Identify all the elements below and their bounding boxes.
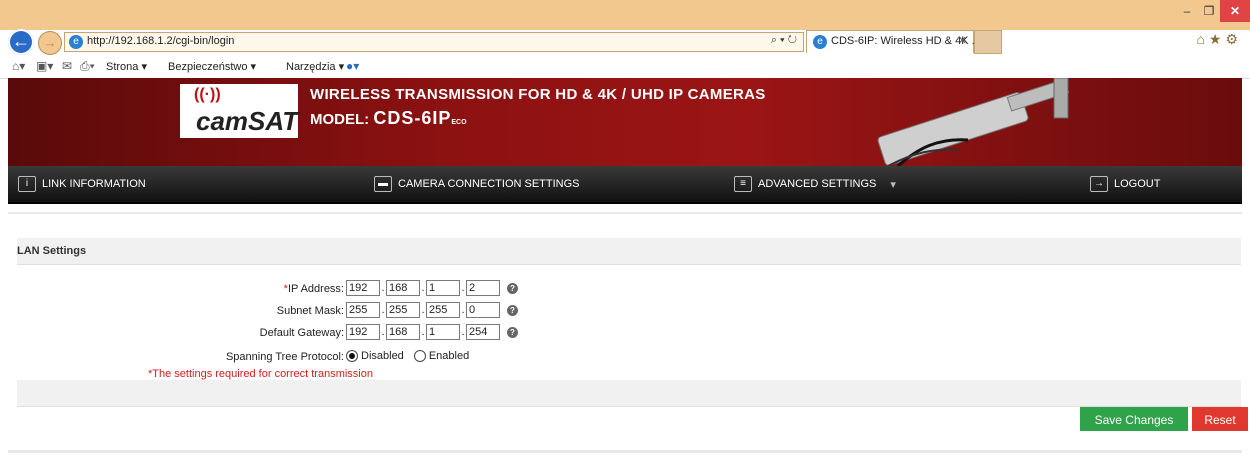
nav-logout[interactable]: → LOGOUT <box>1090 176 1160 192</box>
gateway-label: Default Gateway: <box>259 327 344 339</box>
model-suffix: ECO <box>451 119 467 126</box>
mail-icon[interactable]: ✉ <box>62 59 72 73</box>
nav-advanced-settings[interactable]: ≡ ADVANCED SETTINGS ▾ <box>734 176 896 192</box>
feeds-icon[interactable]: ▣▾ <box>36 59 53 73</box>
mask-octet-3[interactable]: 255 <box>426 302 460 318</box>
address-bar[interactable]: e http://192.168.1.2/cgi-bin/login ⌕ ▾ ↻ <box>64 32 804 52</box>
model-name: CDS-6IP <box>373 108 452 128</box>
subnet-mask-row: Subnet Mask: 255. 255. 255. 0 ? <box>0 302 1250 322</box>
stp-radio-group: Disabled Enabled <box>346 350 469 362</box>
bottom-divider <box>8 450 1242 453</box>
stp-disabled-label[interactable]: Disabled <box>361 350 404 362</box>
nav-link-information[interactable]: i LINK INFORMATION <box>18 176 146 192</box>
browser-tab[interactable]: e CDS-6IP: Wireless HD & 4K ... ✕ <box>806 30 981 53</box>
forward-button[interactable]: → <box>38 31 62 55</box>
gw-octet-4[interactable]: 254 <box>466 324 500 340</box>
gateway-row: Default Gateway: 192. 168. 1. 254 ? <box>0 324 1250 344</box>
info-icon: i <box>18 176 36 192</box>
chevron-down-icon: ▾ <box>890 178 896 191</box>
main-nav: i LINK INFORMATION ▬ CAMERA CONNECTION S… <box>8 166 1242 204</box>
camsat-logo: ((·)) camSAT <box>180 84 298 138</box>
save-changes-button[interactable]: Save Changes <box>1080 407 1188 431</box>
back-button[interactable]: ← <box>8 29 34 55</box>
help-icon[interactable]: ? <box>507 326 518 338</box>
window-controls: – ❐ ✕ <box>1176 0 1250 22</box>
home-star-gear-icons[interactable]: ⌂★⚙ <box>1196 31 1242 48</box>
header-banner: ((·)) camSAT WIRELESS TRANSMISSION FOR H… <box>8 78 1242 166</box>
nav-camera-settings[interactable]: ▬ CAMERA CONNECTION SETTINGS <box>374 176 580 192</box>
tab-favicon-icon: e <box>813 35 827 49</box>
command-bar: ⌂▾ ▣▾ ✉ ⎙▾ Strona ▾ Bezpieczeństwo ▾ Nar… <box>0 56 1250 79</box>
print-icon[interactable]: ⎙▾ <box>80 59 95 74</box>
section-title: LAN Settings <box>17 245 87 257</box>
mask-octet-4[interactable]: 0 <box>466 302 500 318</box>
tab-close-icon[interactable]: ✕ <box>958 34 967 47</box>
menu-security[interactable]: Bezpieczeństwo ▾ <box>168 60 256 73</box>
logout-icon: → <box>1090 176 1108 192</box>
url-text[interactable]: http://192.168.1.2/cgi-bin/login <box>87 35 234 47</box>
nav-label: LINK INFORMATION <box>42 178 146 190</box>
mask-octet-1[interactable]: 255 <box>346 302 380 318</box>
list-icon: ≡ <box>734 176 752 192</box>
help-icon[interactable]: ? <box>507 282 518 294</box>
nav-label: LOGOUT <box>1114 178 1161 190</box>
ip-address-label: *IP Address: <box>283 283 344 295</box>
stp-enabled-radio[interactable] <box>413 350 426 362</box>
section-header: LAN Settings <box>17 238 1241 265</box>
subnet-mask-fields: 255. 255. 255. 0 ? <box>346 302 518 318</box>
menu-page[interactable]: Strona ▾ <box>106 60 147 73</box>
nav-label: ADVANCED SETTINGS <box>758 178 877 190</box>
banner-title: WIRELESS TRANSMISSION FOR HD & 4K / UHD … <box>310 86 766 103</box>
stp-label: Spanning Tree Protocol: <box>225 351 344 363</box>
stp-enabled-label[interactable]: Enabled <box>429 350 469 362</box>
gw-octet-1[interactable]: 192 <box>346 324 380 340</box>
ip-octet-2[interactable]: 168 <box>386 280 420 296</box>
new-tab-button[interactable] <box>974 30 1002 54</box>
required-note: *The settings required for correct trans… <box>148 368 373 380</box>
banner-model: MODEL: CDS-6IPECO <box>310 108 467 129</box>
gw-octet-3[interactable]: 1 <box>426 324 460 340</box>
wireless-waves-icon: ((·)) <box>194 86 221 103</box>
gw-octet-2[interactable]: 168 <box>386 324 420 340</box>
subnet-mask-label: Subnet Mask: <box>276 305 344 317</box>
search-refresh-icon[interactable]: ⌕ ▾ ↻ <box>771 34 797 47</box>
stp-disabled-radio[interactable] <box>346 350 358 362</box>
gateway-fields: 192. 168. 1. 254 ? <box>346 324 518 340</box>
minimize-icon[interactable]: – <box>1176 0 1198 22</box>
form-footer <box>17 380 1241 407</box>
menu-tools[interactable]: Narzędzia ▾ <box>286 60 344 73</box>
restore-icon[interactable]: ❐ <box>1198 0 1220 22</box>
ip-octet-1[interactable]: 192 <box>346 280 380 296</box>
close-icon[interactable]: ✕ <box>1220 0 1250 22</box>
help-icon[interactable]: ? <box>507 304 518 316</box>
help-icon[interactable]: ●▾ <box>346 59 359 73</box>
ip-address-row: *IP Address: 192. 168. 1. 2 ? <box>0 280 1250 300</box>
model-label: MODEL: <box>310 111 370 128</box>
mask-octet-2[interactable]: 255 <box>386 302 420 318</box>
ip-octet-3[interactable]: 1 <box>426 280 460 296</box>
camera-icon: ▬ <box>374 176 392 192</box>
reset-button[interactable]: Reset <box>1192 407 1248 431</box>
logo-text: camSAT <box>196 106 299 136</box>
ip-address-fields: 192. 168. 1. 2 ? <box>346 280 518 296</box>
nav-label: CAMERA CONNECTION SETTINGS <box>398 178 580 190</box>
stp-row: Spanning Tree Protocol: Disabled Enabled <box>0 348 1250 368</box>
home-icon[interactable]: ⌂▾ <box>12 59 25 73</box>
ie-page-icon: e <box>69 35 83 49</box>
browser-titlebar <box>0 0 1250 30</box>
content-divider <box>8 212 1242 214</box>
ip-octet-4[interactable]: 2 <box>466 280 500 296</box>
camera-illustration <box>877 78 1070 166</box>
